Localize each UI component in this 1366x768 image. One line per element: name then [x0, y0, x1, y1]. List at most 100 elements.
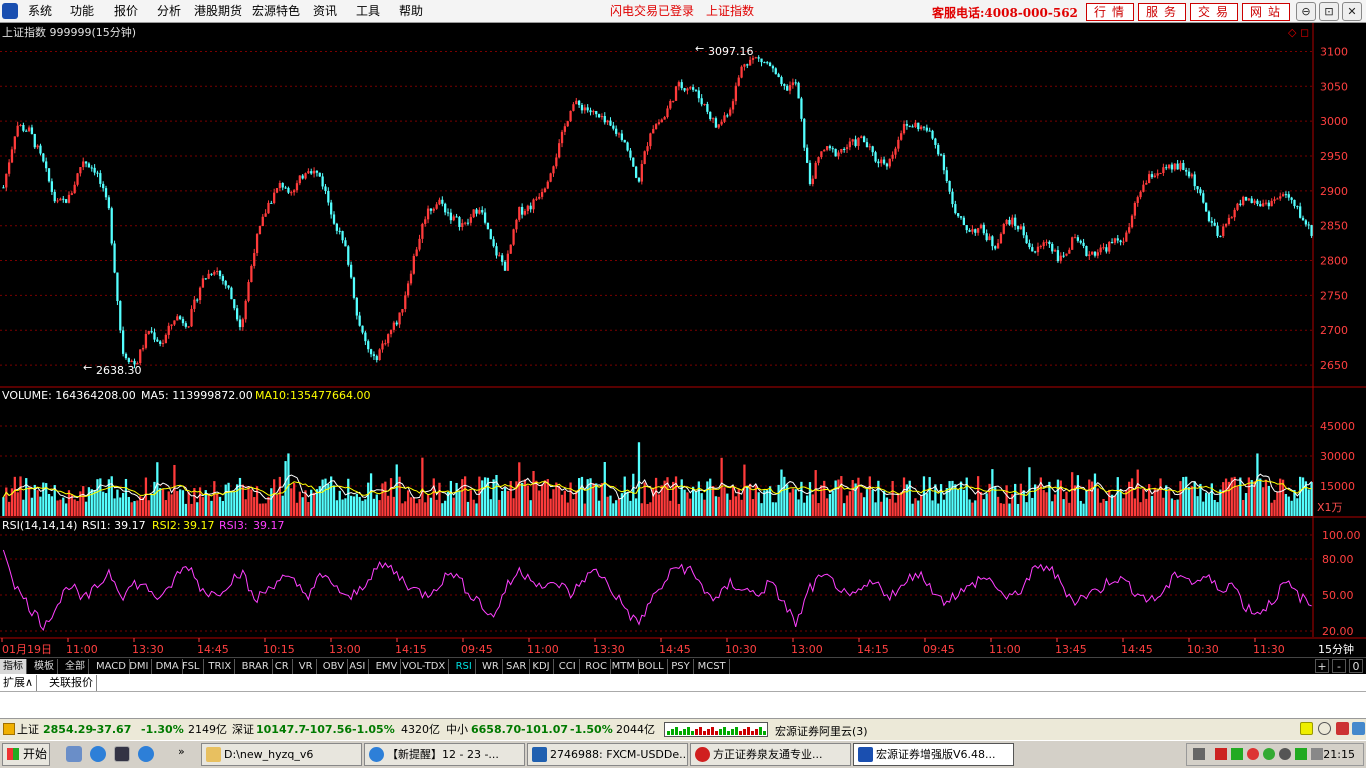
candle-body	[700, 98, 703, 105]
kline-chart[interactable]: 3100 3050 3000 2950 2900 2850 2800 2750 2700 2650…	[0, 23, 1366, 657]
zoom-in-button[interactable]: +	[1315, 659, 1329, 673]
menu-quote[interactable]: 报价	[114, 3, 138, 19]
trade-button[interactable]: 交易	[1190, 3, 1238, 21]
menu-hongyuan[interactable]: 宏源特色	[252, 3, 300, 19]
indicator-tab-指标[interactable]: 指标	[0, 659, 27, 674]
quicklaunch-media-icon[interactable]	[66, 746, 82, 762]
candle-body	[389, 329, 393, 335]
indicator-tab-全部[interactable]: 全部	[62, 659, 89, 674]
expand-tab[interactable]: 扩展∧	[0, 675, 38, 691]
quicklaunch-ie-icon[interactable]	[90, 746, 106, 762]
menu-info[interactable]: 资讯	[313, 3, 337, 19]
candle-body	[53, 191, 56, 202]
antivirus-icon[interactable]	[1247, 748, 1259, 760]
quicklaunch-more-icon[interactable]: »	[178, 745, 185, 758]
candle-body	[1202, 193, 1205, 203]
volume-bar	[1182, 476, 1185, 516]
quicklaunch-desktop-icon[interactable]	[114, 746, 130, 762]
volume-bar	[483, 477, 487, 516]
indicator-tab-cr[interactable]: CR	[272, 659, 293, 674]
alert-icon[interactable]	[1336, 722, 1349, 735]
indicator-tab-kdj[interactable]: KDJ	[529, 659, 554, 674]
indicator-tab-wr[interactable]: WR	[479, 659, 503, 674]
indicator-tab-mcst[interactable]: MCST	[695, 659, 730, 674]
volume-bar	[672, 481, 675, 516]
close-icon[interactable]: ✕	[1342, 2, 1362, 21]
indicator-tab-sar[interactable]: SAR	[503, 659, 531, 674]
indicator-tab-boll[interactable]: BOLL	[635, 659, 668, 674]
volume-bar	[170, 494, 173, 516]
menu-help[interactable]: 帮助	[399, 3, 423, 19]
candle-body	[164, 334, 168, 344]
quicklaunch-browser-icon[interactable]	[138, 746, 154, 762]
service-button[interactable]: 服务	[1138, 3, 1186, 21]
indicator-tab-dmi[interactable]: DMI	[126, 659, 153, 674]
indicator-tab-obv[interactable]: OBV	[320, 659, 349, 674]
menu-function[interactable]: 功能	[70, 3, 94, 19]
indicator-tab-fsl[interactable]: FSL	[179, 659, 204, 674]
website-button[interactable]: 网站	[1242, 3, 1290, 21]
volume-bar	[335, 500, 339, 516]
volume-bar	[141, 497, 145, 516]
start-button[interactable]: 开始	[2, 743, 50, 766]
volume-bar	[1202, 501, 1205, 516]
indicator-tab-vol-tdx[interactable]: VOL-TDX	[399, 659, 450, 674]
candle-body	[854, 139, 857, 146]
indicator-tab-roc[interactable]: ROC	[582, 659, 611, 674]
task-hongyuan[interactable]: 宏源证券增强版V6.48...	[853, 743, 1014, 766]
candle-body	[398, 312, 401, 325]
menu-hk-futures[interactable]: 港股期货	[194, 3, 242, 19]
indicator-tab-vr[interactable]: VR	[296, 659, 317, 674]
security-icon[interactable]	[1263, 748, 1275, 760]
indicator-tab-rsi[interactable]: RSI	[453, 659, 476, 674]
candle-body	[746, 64, 749, 66]
volume-bar	[1016, 503, 1020, 516]
meter-bar	[719, 729, 722, 735]
menu-analysis[interactable]: 分析	[157, 3, 181, 19]
task-browser[interactable]: 【新提醒】12 - 23 -...	[364, 743, 525, 766]
connection-icon[interactable]	[1318, 722, 1331, 735]
indicator-tab-emv[interactable]: EMV	[373, 659, 402, 674]
tray-app-icon[interactable]	[1215, 748, 1227, 760]
settings-icon[interactable]	[1352, 722, 1365, 735]
tray-misc-icon[interactable]	[1311, 748, 1323, 760]
minimize-icon[interactable]: ⊖	[1296, 2, 1316, 21]
indicator-tab-模板[interactable]: 模板	[31, 659, 58, 674]
indicator-tab-psy[interactable]: PSY	[668, 659, 694, 674]
task-explorer[interactable]: D:\new_hyzq_v6	[201, 743, 362, 766]
candle-body	[33, 133, 36, 148]
zoom-reset-button[interactable]: 0	[1349, 659, 1363, 673]
login-status: 闪电交易已登录	[610, 4, 695, 18]
volume-icon[interactable]	[1279, 748, 1291, 760]
indicator-tab-cci[interactable]: CCI	[556, 659, 580, 674]
quote-lock-icon[interactable]	[3, 723, 15, 735]
notice-icon[interactable]	[1300, 722, 1313, 735]
candle-body	[1242, 196, 1245, 205]
market-button[interactable]: 行情	[1086, 3, 1134, 21]
candle-body	[255, 234, 259, 254]
indicator-tab-trix[interactable]: TRIX	[205, 659, 236, 674]
candle-body	[965, 225, 968, 231]
keyboard-icon[interactable]	[1193, 748, 1205, 760]
indicator-tab-asi[interactable]: ASI	[346, 659, 370, 674]
task-fxcm[interactable]: 2746988: FXCM-USDDe...	[527, 743, 688, 766]
related-quote-tab[interactable]: 关联报价	[46, 675, 97, 691]
candle-body	[951, 191, 954, 205]
candle-body	[378, 349, 381, 361]
candle-body	[483, 212, 487, 223]
network-icon[interactable]	[1231, 748, 1243, 760]
candle-body	[64, 199, 68, 203]
chart-area[interactable]: 3100 3050 3000 2950 2900 2850 2800 2750 2700 2650…	[0, 23, 1366, 657]
zoom-out-button[interactable]: -	[1332, 659, 1346, 673]
chart-options-icon[interactable]: ◇ ◻	[1288, 26, 1309, 39]
candle-body	[803, 118, 806, 148]
indicator-tab-macd[interactable]: MACD	[93, 659, 130, 674]
volume-bar	[848, 491, 852, 516]
volume-bar	[1244, 493, 1248, 516]
menu-system[interactable]: 系统	[28, 3, 52, 19]
task-founder[interactable]: 方正证券泉友通专业...	[690, 743, 851, 766]
indicator-tab-brar[interactable]: BRAR	[239, 659, 273, 674]
menu-tools[interactable]: 工具	[356, 3, 380, 19]
update-icon[interactable]	[1295, 748, 1307, 760]
restore-icon[interactable]: ⊡	[1319, 2, 1339, 21]
